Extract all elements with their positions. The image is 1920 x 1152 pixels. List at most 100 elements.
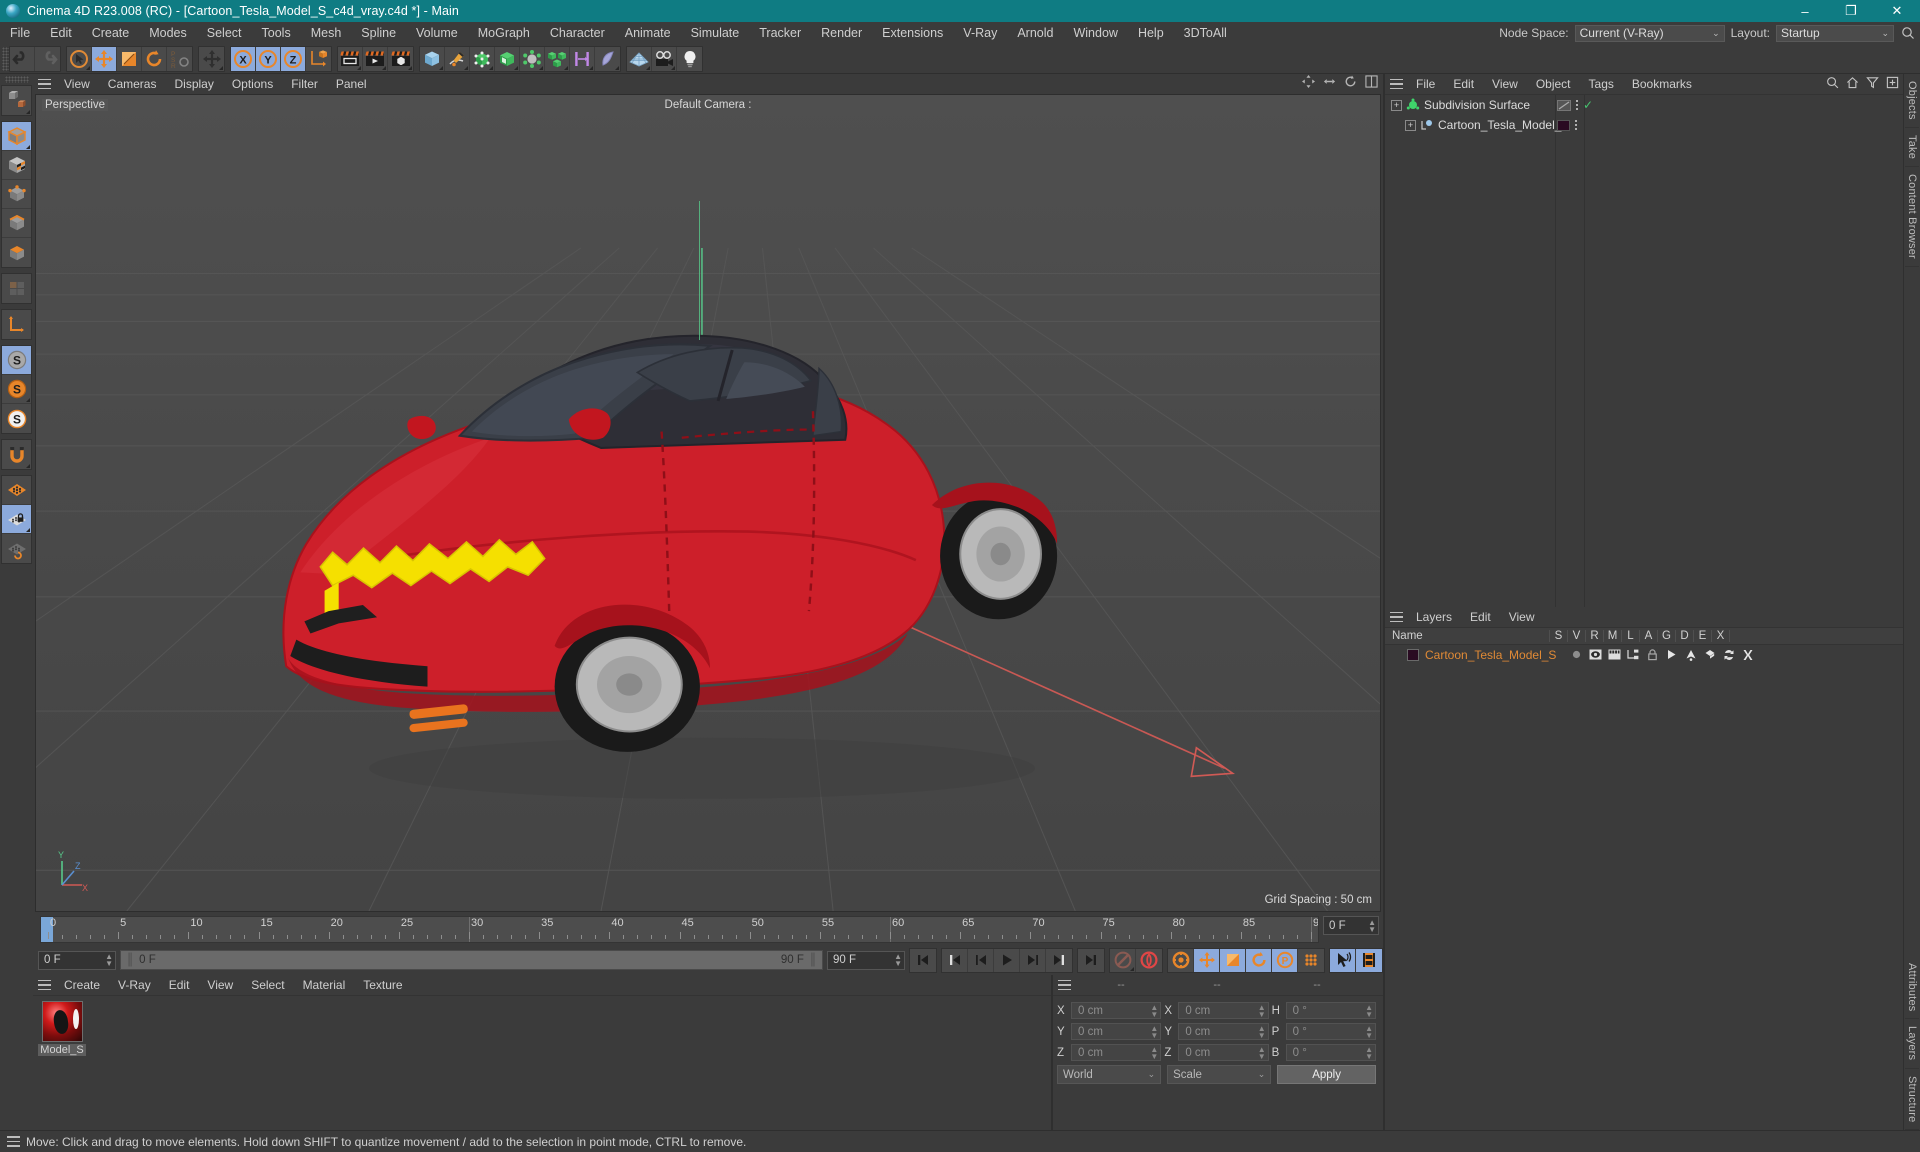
menu-help[interactable]: Help xyxy=(1128,22,1174,44)
coord-field-rot-h[interactable]: 0 ° ▲ ▼ xyxy=(1285,1002,1376,1019)
object-menu-object[interactable]: Object xyxy=(1527,77,1580,91)
viewport-menu-view[interactable]: View xyxy=(55,77,99,91)
timeline-ruler[interactable]: 0 5 10 15 20 25 30 35 40 45 50 55 60 65 70 75 80 85 90 xyxy=(40,916,1319,943)
object-menu-file[interactable]: File xyxy=(1407,77,1444,91)
spinner-icon[interactable]: ▲ ▼ xyxy=(1258,1003,1266,1018)
object-menu-bookmarks[interactable]: Bookmarks xyxy=(1623,77,1701,91)
texture-mode-button[interactable] xyxy=(2,151,31,180)
apply-button[interactable]: Apply xyxy=(1277,1065,1376,1084)
spinner-icon[interactable]: ▲ ▼ xyxy=(1365,1003,1373,1018)
timeline-current-frame-field[interactable]: 0 F ▲ ▼ xyxy=(1323,916,1379,943)
layer-expression-icon[interactable] xyxy=(1720,649,1737,661)
layer-manager-hamburger-icon[interactable] xyxy=(1385,607,1407,627)
lock-workplane-button[interactable] xyxy=(2,505,31,534)
dock-tab-content-browser[interactable]: Content Browser xyxy=(1905,167,1919,267)
key-scale-button[interactable] xyxy=(1220,948,1246,972)
go-to-end-button[interactable] xyxy=(1078,949,1104,972)
layer-deformer-icon[interactable] xyxy=(1701,649,1718,661)
left-toolbar-grip[interactable] xyxy=(4,76,29,83)
viewport-menu-options[interactable]: Options xyxy=(223,77,282,91)
material-list[interactable]: Model_S xyxy=(33,995,1051,1130)
dock-tab-layers[interactable]: Layers xyxy=(1905,1019,1919,1069)
filter-icon[interactable] xyxy=(1866,76,1879,92)
layer-color-swatch[interactable] xyxy=(1407,648,1419,661)
timeline-button[interactable] xyxy=(1356,948,1382,972)
layer-manager-icon[interactable] xyxy=(1625,649,1642,660)
dock-tab-attributes[interactable]: Attributes xyxy=(1905,956,1919,1020)
add-panel-icon[interactable] xyxy=(1886,76,1899,92)
go-to-start-button[interactable] xyxy=(910,949,936,972)
dock-tab-take[interactable]: Take xyxy=(1905,128,1919,167)
layer-xpresso-icon[interactable] xyxy=(1739,649,1756,661)
rotate-tool-button[interactable] xyxy=(142,46,167,71)
menu-tracker[interactable]: Tracker xyxy=(749,22,811,44)
add-floor-button[interactable] xyxy=(627,46,652,71)
material-menu-texture[interactable]: Texture xyxy=(354,978,411,992)
menu-vray[interactable]: V-Ray xyxy=(953,22,1007,44)
material-menu-create[interactable]: Create xyxy=(55,978,109,992)
home-icon[interactable] xyxy=(1846,76,1859,92)
maximize-button[interactable]: ❐ xyxy=(1828,0,1874,22)
record-active-objects-button[interactable] xyxy=(1110,948,1136,972)
material-hamburger-icon[interactable] xyxy=(33,975,55,995)
spinner-icon[interactable]: ▲ ▼ xyxy=(105,953,113,968)
range-end-field[interactable]: 90 F ▲ ▼ xyxy=(827,950,905,970)
material-menu-material[interactable]: Material xyxy=(294,978,355,992)
menu-file[interactable]: File xyxy=(0,22,40,44)
undo-button[interactable] xyxy=(10,46,35,71)
add-spline-button[interactable] xyxy=(445,46,470,71)
move-axis-button[interactable] xyxy=(199,47,224,71)
viewport-menu-cameras[interactable]: Cameras xyxy=(99,77,166,91)
object-dots-icon[interactable] xyxy=(1575,120,1577,130)
add-camera-button[interactable] xyxy=(652,46,677,71)
render-view-button[interactable] xyxy=(338,46,363,71)
add-light-button[interactable] xyxy=(677,47,702,71)
minimize-button[interactable]: – xyxy=(1782,0,1828,22)
rotate-view-icon[interactable] xyxy=(1344,75,1357,91)
add-field-button[interactable] xyxy=(570,46,595,71)
coord-field-rot-p[interactable]: 0 ° ▲ ▼ xyxy=(1285,1023,1376,1040)
enable-axis-button[interactable] xyxy=(2,310,31,339)
menu-volume[interactable]: Volume xyxy=(406,22,468,44)
workplane-button[interactable] xyxy=(2,476,31,505)
object-row-cartoon-tesla-model-s[interactable]: + Cartoon_Tesla_Model_S xyxy=(1385,115,1903,135)
material-menu-vray[interactable]: V-Ray xyxy=(109,978,160,992)
spinner-icon[interactable]: ▲ ▼ xyxy=(1150,1024,1158,1039)
spinner-icon[interactable]: ▲ ▼ xyxy=(1150,1045,1158,1060)
point-mode-button[interactable] xyxy=(2,180,31,209)
spinner-icon[interactable]: ▲ ▼ xyxy=(1368,918,1376,933)
node-space-dropdown[interactable]: Current (V-Ray) ⌄ xyxy=(1574,24,1725,42)
viewport-solo-off-button[interactable]: S xyxy=(2,346,31,375)
menu-tools[interactable]: Tools xyxy=(252,22,301,44)
step-back-button[interactable] xyxy=(968,948,994,972)
object-tree[interactable]: + Subdivision Surface ✓ + Cartoon_Tesla_… xyxy=(1385,94,1903,607)
viewport-menu-panel[interactable]: Panel xyxy=(327,77,376,91)
viewport-menu-display[interactable]: Display xyxy=(165,77,222,91)
menu-create[interactable]: Create xyxy=(82,22,140,44)
layer-animation-icon[interactable] xyxy=(1663,649,1680,660)
material-menu-view[interactable]: View xyxy=(198,978,242,992)
redo-button[interactable] xyxy=(35,47,60,71)
scale-tool-button[interactable] xyxy=(117,46,142,71)
move-view-icon[interactable] xyxy=(1302,75,1315,91)
object-visibility-toggle[interactable] xyxy=(1557,99,1571,111)
enable-snapping-button[interactable] xyxy=(2,440,31,469)
frame-scrub-bar[interactable]: ║ 0 F 90 F ║ xyxy=(120,950,823,970)
spinner-icon[interactable]: ▲ ▼ xyxy=(1365,1045,1373,1060)
coord-field-pos-z[interactable]: 0 cm ▲ ▼ xyxy=(1071,1044,1162,1061)
menu-character[interactable]: Character xyxy=(540,22,615,44)
spinner-icon[interactable]: ▲ ▼ xyxy=(894,953,902,968)
dock-tab-objects[interactable]: Objects xyxy=(1905,74,1919,128)
viewport-menu-filter[interactable]: Filter xyxy=(282,77,327,91)
autokeying-button[interactable] xyxy=(1136,949,1162,972)
coord-field-size-z[interactable]: 0 cm ▲ ▼ xyxy=(1178,1044,1269,1061)
viewport-solo-single-button[interactable]: S xyxy=(2,375,31,404)
menu-modes[interactable]: Modes xyxy=(139,22,197,44)
menu-window[interactable]: Window xyxy=(1063,22,1127,44)
layer-visible-icon[interactable] xyxy=(1587,649,1604,660)
coordinate-system-dropdown[interactable]: World ⌄ xyxy=(1057,1065,1162,1084)
expander-icon[interactable]: + xyxy=(1405,119,1416,131)
menu-mesh[interactable]: Mesh xyxy=(301,22,352,44)
add-cloth-button[interactable] xyxy=(595,47,620,71)
live-selection-button[interactable] xyxy=(67,46,92,71)
